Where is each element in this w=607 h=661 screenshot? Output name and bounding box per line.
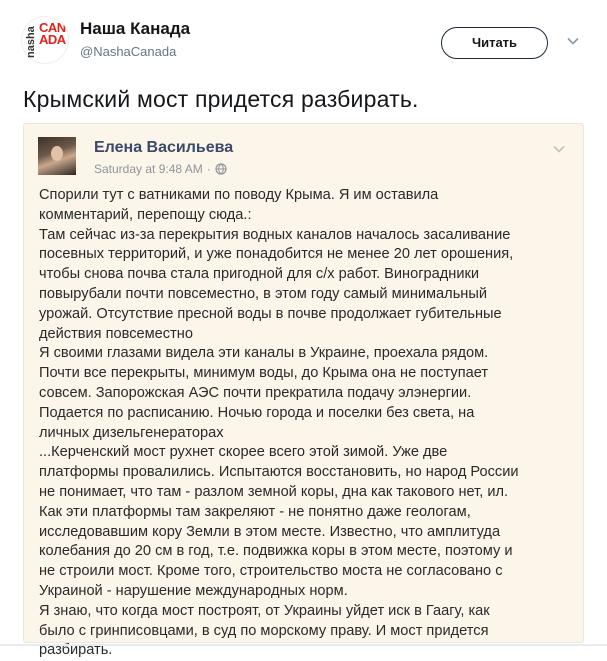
post-line: комментарий, перепощу сюда.: [39,206,252,223]
avatar-logo-text: CANADA [39,20,66,47]
embedded-facebook-post: Елена Васильева Saturday at 9:48 AM · Сп… [23,123,584,658]
post-author-name: Елена Васильева [94,139,234,156]
post-line: повырубали почти повсеместно, в этом год… [39,285,487,302]
post-line: исследовавшим кору Земли в этом месте. И… [39,523,501,540]
post-line: не строили мост. Кроме того, строительст… [39,563,503,580]
post-line: Почти все перекрыты, минимум воды, до Кр… [39,365,489,382]
post-meta: Saturday at 9:48 AM · [94,162,227,176]
account-handle[interactable]: @NashaCanada [80,44,176,59]
post-line: действия повсеместно [39,325,193,342]
post-line: совсем. Запорожская АЭС почти прекратила… [39,384,472,401]
post-body: Спорили тут с ватниками по поводу Крыма.… [39,186,579,661]
post-author-avatar [38,137,76,175]
post-line: Как эти платформы там закреляют - не пон… [39,503,471,520]
meta-separator: · [206,162,211,176]
post-line: платформы провалились. Испытаются восста… [39,464,519,481]
account-avatar[interactable]: nasha CANADA [21,16,69,64]
post-timestamp: Saturday at 9:48 AM [94,162,203,176]
tweet-header: nasha CANADA Наша Канада @NashaCanada Чи… [0,0,607,78]
follow-button[interactable]: Читать [441,27,548,59]
post-line: личных дизельгенераторах [39,424,224,441]
post-line: Спорили тут с ватниками по поводу Крыма.… [39,187,439,203]
post-line: посевных территорий, и уже понадобится н… [39,246,514,263]
post-line: Я своими глазами видела эти каналы в Укр… [39,345,489,362]
post-line: не понимает, что там - разлом земной кор… [39,483,509,500]
post-line: колебания до 20 см в год, т.е. подвижка … [39,543,513,560]
account-name[interactable]: Наша Канада [80,19,190,39]
avatar-side-text: nasha [25,26,37,58]
post-line: Там сейчас из-за перекрытия водных канал… [39,226,511,243]
post-line: урожай. Отсутствие пресной воды в почве … [39,305,502,322]
post-line: Я знаю, что когда мост построят, от Укра… [39,602,490,619]
globe-icon [215,163,227,175]
post-line: ...Керченский мост рухнет скорее всего э… [39,444,448,461]
chevron-down-icon[interactable] [566,34,580,48]
post-line: Подается по расписанию. Ночью города и п… [39,404,475,421]
post-line: было с гринписовцами, в суд по морскому … [39,622,489,639]
post-line: Украиной - нарушение международных норм. [39,582,348,599]
chevron-down-icon [553,145,565,153]
tweet-text: Крымский мост придется разбирать. [23,86,419,112]
post-line: чтобы снова почва стала пригодной для с/… [39,266,480,283]
